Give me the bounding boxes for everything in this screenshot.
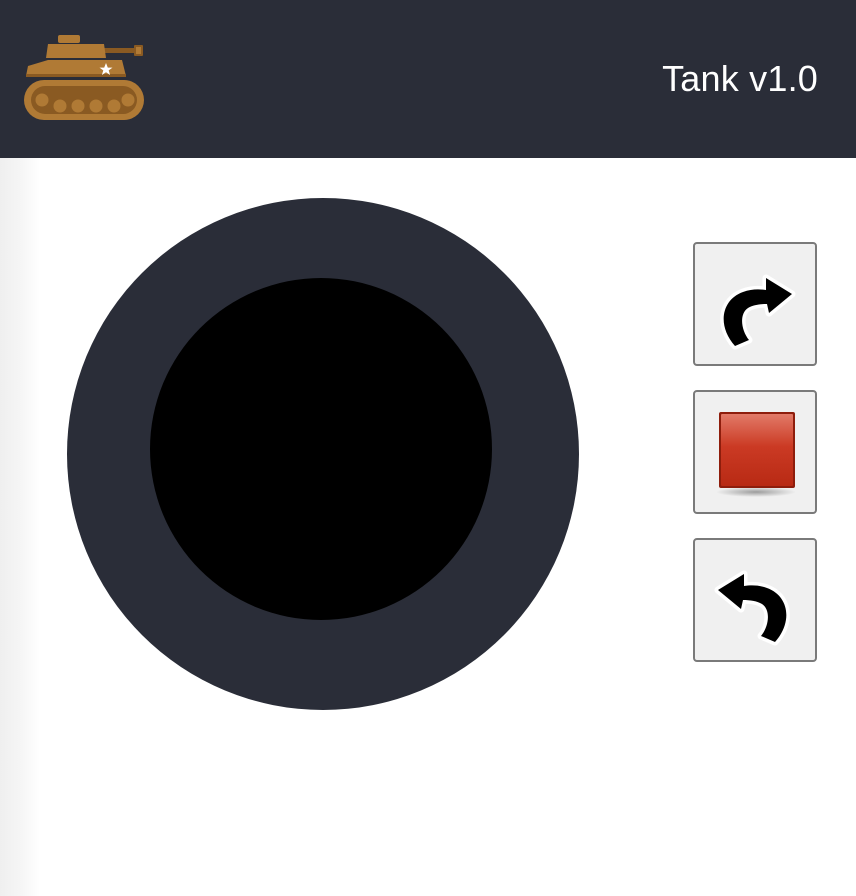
app-header: Tank v1.0	[0, 0, 856, 158]
left-edge-shade	[0, 158, 40, 896]
rotate-right-arrow-icon	[720, 274, 796, 350]
tank-logo	[20, 30, 148, 126]
stop-square-icon	[716, 412, 796, 497]
rotate-left-arrow-icon	[714, 570, 790, 646]
app-title: Tank v1.0	[662, 58, 818, 99]
turn-right-button[interactable]	[693, 242, 817, 366]
stop-button[interactable]	[693, 390, 817, 514]
joystick-knob[interactable]	[150, 278, 492, 620]
turn-left-button[interactable]	[693, 538, 817, 662]
tank-app: Tank v1.0	[0, 0, 856, 896]
joystick-base[interactable]	[67, 198, 579, 710]
tank-icon	[24, 35, 144, 120]
